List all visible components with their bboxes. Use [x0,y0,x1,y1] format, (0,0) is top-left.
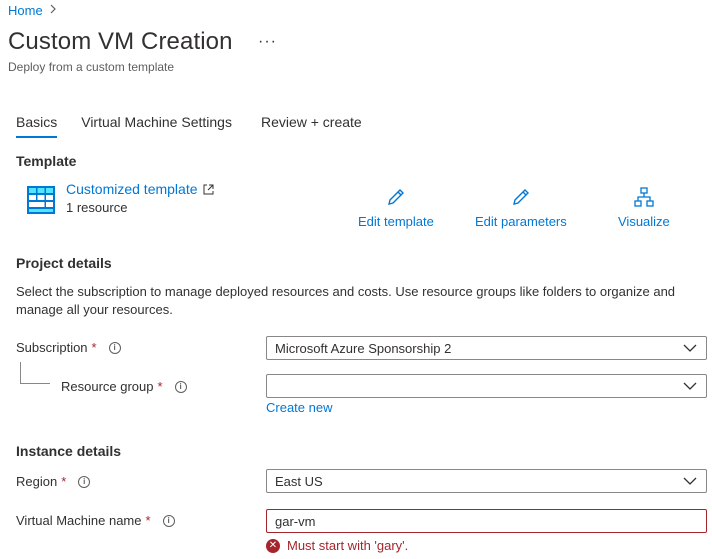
instance-details-title: Instance details [16,443,122,459]
visualize-label: Visualize [618,214,670,229]
region-label: Region * i [16,474,91,489]
vm-name-label-text: Virtual Machine name [16,513,142,528]
required-marker: * [91,340,97,355]
info-icon[interactable]: i [78,475,91,488]
tab-bar: Basics Virtual Machine Settings Review +… [16,114,386,138]
edit-parameters-label: Edit parameters [475,214,567,229]
subscription-value: Microsoft Azure Sponsorship 2 [275,340,452,356]
vm-name-error: ✕ Must start with 'gary'. [266,538,408,553]
vm-name-label: Virtual Machine name * i [16,513,175,528]
project-details-description: Select the subscription to manage deploy… [16,284,676,317]
edit-template-button[interactable]: Edit template [358,186,434,229]
more-options-icon[interactable]: ··· [258,33,277,51]
visualize-button[interactable]: Visualize [618,186,670,229]
customized-template-label: Customized template [66,181,198,197]
resource-group-dropdown[interactable] [266,374,707,398]
chevron-right-icon [49,4,57,17]
chevron-down-icon [683,344,697,352]
template-resource-count: 1 resource [66,200,128,215]
external-link-icon [203,184,214,194]
chevron-down-icon [683,382,697,390]
info-icon[interactable]: i [108,341,121,354]
required-marker: * [61,474,67,489]
edit-template-label: Edit template [358,214,434,229]
page-subtitle: Deploy from a custom template [8,60,175,74]
required-marker: * [145,513,151,528]
chevron-down-icon [683,477,697,485]
region-dropdown[interactable]: East US [266,469,707,493]
region-value: East US [275,473,323,489]
resource-group-label: Resource group * i [61,379,187,394]
tab-review-create[interactable]: Review + create [261,114,362,138]
subscription-dropdown[interactable]: Microsoft Azure Sponsorship 2 [266,336,707,360]
tab-basics[interactable]: Basics [16,114,58,138]
breadcrumb: Home [8,3,57,18]
tab-virtual-machine-settings[interactable]: Virtual Machine Settings [81,114,232,138]
vm-name-error-text: Must start with 'gary'. [287,538,409,553]
tree-connector [20,362,50,384]
error-icon: ✕ [266,538,280,553]
project-details-title: Project details [16,255,112,271]
edit-parameters-button[interactable]: Edit parameters [475,186,567,229]
pencil-icon [387,189,404,205]
hierarchy-icon [634,187,654,207]
breadcrumb-home-link[interactable]: Home [8,3,43,18]
customized-template-link[interactable]: Customized template [66,181,214,197]
region-label-text: Region [16,474,58,489]
subscription-label-text: Subscription [16,340,88,355]
vm-name-input[interactable]: gar-vm [266,509,707,533]
info-icon[interactable]: i [174,380,187,393]
page-title: Custom VM Creation [8,28,233,55]
required-marker: * [157,379,163,394]
info-icon[interactable]: i [162,514,175,527]
template-section-title: Template [16,153,77,169]
template-grid-icon [27,186,55,214]
pencil-icon [512,189,529,205]
resource-group-label-text: Resource group [61,379,154,394]
vm-name-value: gar-vm [275,513,316,529]
subscription-label: Subscription * i [16,340,121,355]
create-new-resource-group-link[interactable]: Create new [266,400,332,415]
